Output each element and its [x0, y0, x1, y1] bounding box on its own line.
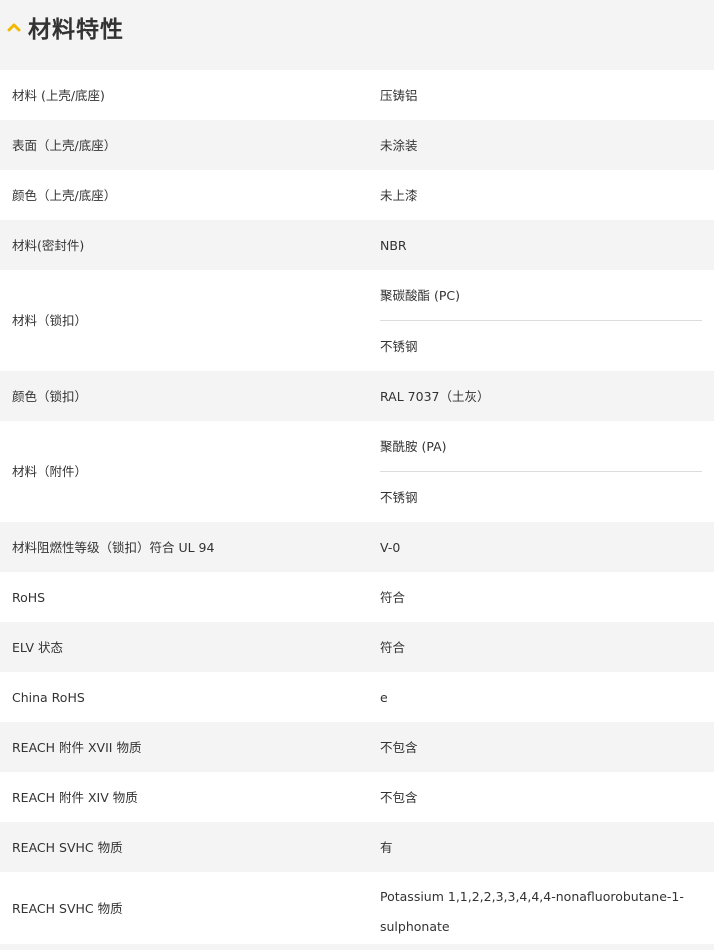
row-value: NBR [380, 237, 407, 253]
row-label: REACH 附件 XVII 物质 [12, 739, 142, 755]
row-value: 不包含 [380, 739, 418, 755]
table-row: 材料(密封件) NBR [0, 220, 714, 270]
row-value: 聚碳酸酯 (PC) [380, 287, 460, 303]
row-value: 未涂装 [380, 137, 418, 153]
row-value: 符合 [380, 639, 406, 655]
table-row: 材料阻燃性等级（锁扣）符合 UL 94 V-0 [0, 522, 714, 572]
row-label: 表面（上壳/底座） [12, 137, 117, 153]
row-label: REACH 附件 XIV 物质 [12, 789, 138, 805]
table-row: REACH SVHC 物质 有 [0, 822, 714, 872]
row-label: 材料阻燃性等级（锁扣）符合 UL 94 [12, 539, 215, 555]
row-label: RoHS [12, 589, 46, 605]
row-value: 不锈钢 [380, 320, 702, 371]
row-label: REACH SVHC 物质 [12, 900, 123, 916]
row-value: 有 [380, 839, 393, 855]
row-value: RAL 7037（土灰） [380, 388, 490, 404]
row-value: e [380, 689, 388, 705]
row-label: 材料（附件） [12, 464, 88, 479]
row-label: 材料 (上壳/底座) [12, 87, 105, 103]
row-value-group: 聚酰胺 (PA) 不锈钢 [368, 421, 714, 522]
section-header[interactable]: 材料特性 [0, 0, 714, 52]
table-row: 材料（附件） 聚酰胺 (PA) 不锈钢 [0, 421, 714, 522]
properties-table: 材料 (上壳/底座) 压铸铝 表面（上壳/底座） 未涂装 颜色（上壳/底座） 未… [0, 70, 714, 944]
row-label: 颜色（锁扣） [12, 388, 88, 404]
row-value: Potassium 1,1,2,2,3,3,4,4,4-nonafluorobu… [368, 872, 714, 944]
row-value-group: 聚碳酸酯 (PC) 不锈钢 [368, 270, 714, 371]
row-label: 材料(密封件) [12, 237, 85, 253]
chevron-up-icon[interactable] [0, 4, 28, 50]
table-row: REACH 附件 XVII 物质 不包含 [0, 722, 714, 772]
row-value: 聚酰胺 (PA) [380, 438, 447, 454]
row-value: 符合 [380, 589, 406, 605]
row-label: 材料（锁扣） [12, 313, 88, 328]
table-row: ELV 状态 符合 [0, 622, 714, 672]
row-value: 不包含 [380, 789, 418, 805]
material-properties-section: 材料特性 材料 (上壳/底座) 压铸铝 表面（上壳/底座） 未涂装 颜色（上壳/… [0, 0, 714, 944]
section-title: 材料特性 [28, 17, 124, 43]
row-label: REACH SVHC 物质 [12, 839, 123, 855]
row-value: 不锈钢 [380, 471, 702, 522]
row-label: China RoHS [12, 689, 85, 705]
table-row: RoHS 符合 [0, 572, 714, 622]
table-row: 材料 (上壳/底座) 压铸铝 [0, 70, 714, 120]
row-label: 颜色（上壳/底座） [12, 187, 117, 203]
table-row: 表面（上壳/底座） 未涂装 [0, 120, 714, 170]
table-row: 材料（锁扣） 聚碳酸酯 (PC) 不锈钢 [0, 270, 714, 371]
table-row: 颜色（上壳/底座） 未上漆 [0, 170, 714, 220]
table-row: REACH 附件 XIV 物质 不包含 [0, 772, 714, 822]
table-row: REACH SVHC 物质 Potassium 1,1,2,2,3,3,4,4,… [0, 872, 714, 944]
row-value: 未上漆 [380, 187, 418, 203]
row-value: 压铸铝 [380, 87, 418, 103]
table-row: 颜色（锁扣） RAL 7037（土灰） [0, 371, 714, 421]
row-label: ELV 状态 [12, 639, 64, 655]
row-value: V-0 [380, 539, 401, 555]
row-value-text: Potassium 1,1,2,2,3,3,4,4,4-nonafluorobu… [380, 889, 684, 934]
table-row: China RoHS e [0, 672, 714, 722]
